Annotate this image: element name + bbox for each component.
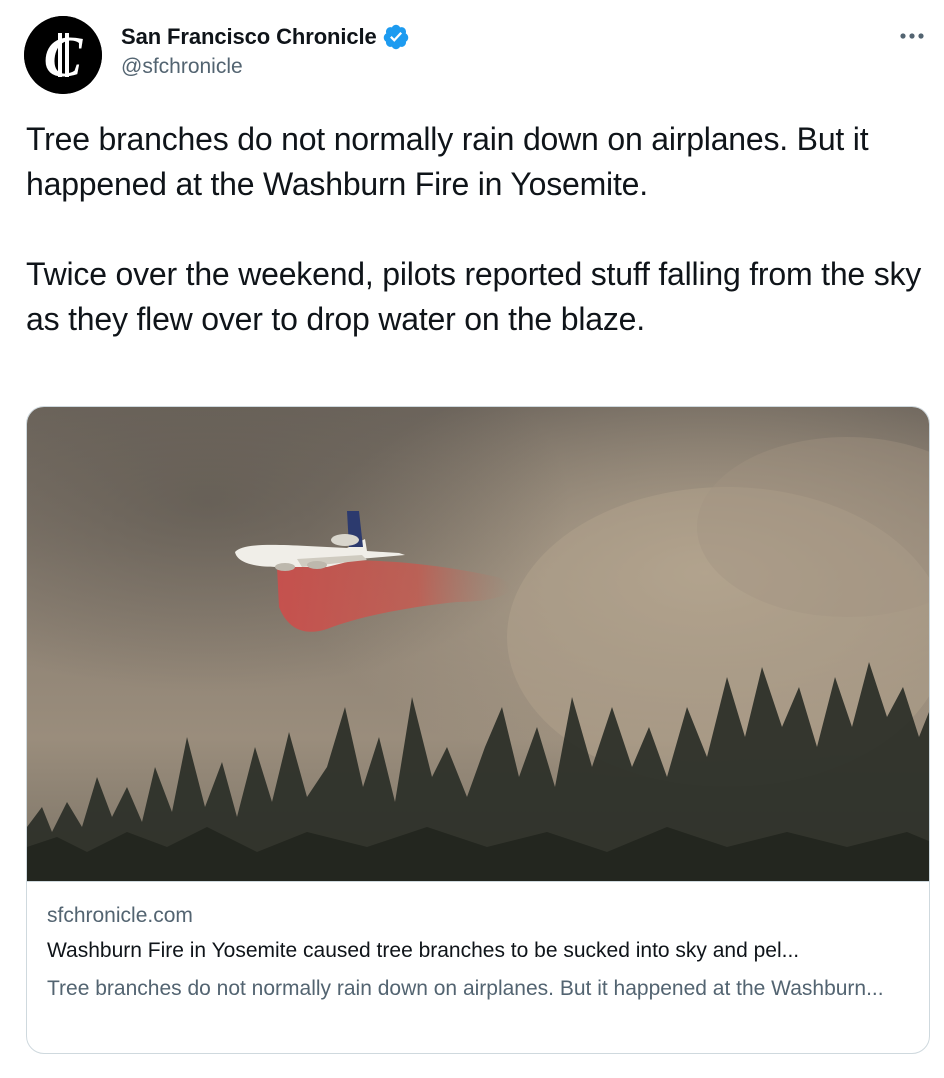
link-card[interactable]: sfchronicle.com Washburn Fire in Yosemit… [26, 406, 930, 1054]
card-image[interactable] [27, 407, 930, 881]
more-horizontal-icon [900, 33, 924, 39]
chronicle-logo-icon: C [24, 16, 102, 94]
card-title: Washburn Fire in Yosemite caused tree br… [47, 939, 800, 962]
tweet-paragraph: Twice over the weekend, pilots reported … [26, 256, 922, 337]
card-description: Tree branches do not normally rain down … [47, 977, 884, 1000]
svg-text:C: C [44, 24, 84, 89]
more-options-button[interactable] [896, 24, 928, 48]
display-name[interactable]: San Francisco Chronicle [121, 24, 377, 50]
name-row: San Francisco Chronicle [121, 22, 410, 52]
tweet: C San Francisco Chronicle @sfchronicle T… [0, 0, 944, 1078]
tweet-paragraph: Tree branches do not normally rain down … [26, 121, 869, 202]
verified-badge-icon [382, 23, 410, 51]
avatar[interactable]: C [24, 16, 102, 94]
card-body[interactable]: sfchronicle.com Washburn Fire in Yosemit… [27, 881, 929, 1004]
card-domain: sfchronicle.com [47, 904, 193, 927]
handle[interactable]: @sfchronicle [121, 55, 410, 79]
author-info: San Francisco Chronicle @sfchronicle [121, 22, 410, 79]
tweet-text: Tree branches do not normally rain down … [26, 117, 926, 342]
